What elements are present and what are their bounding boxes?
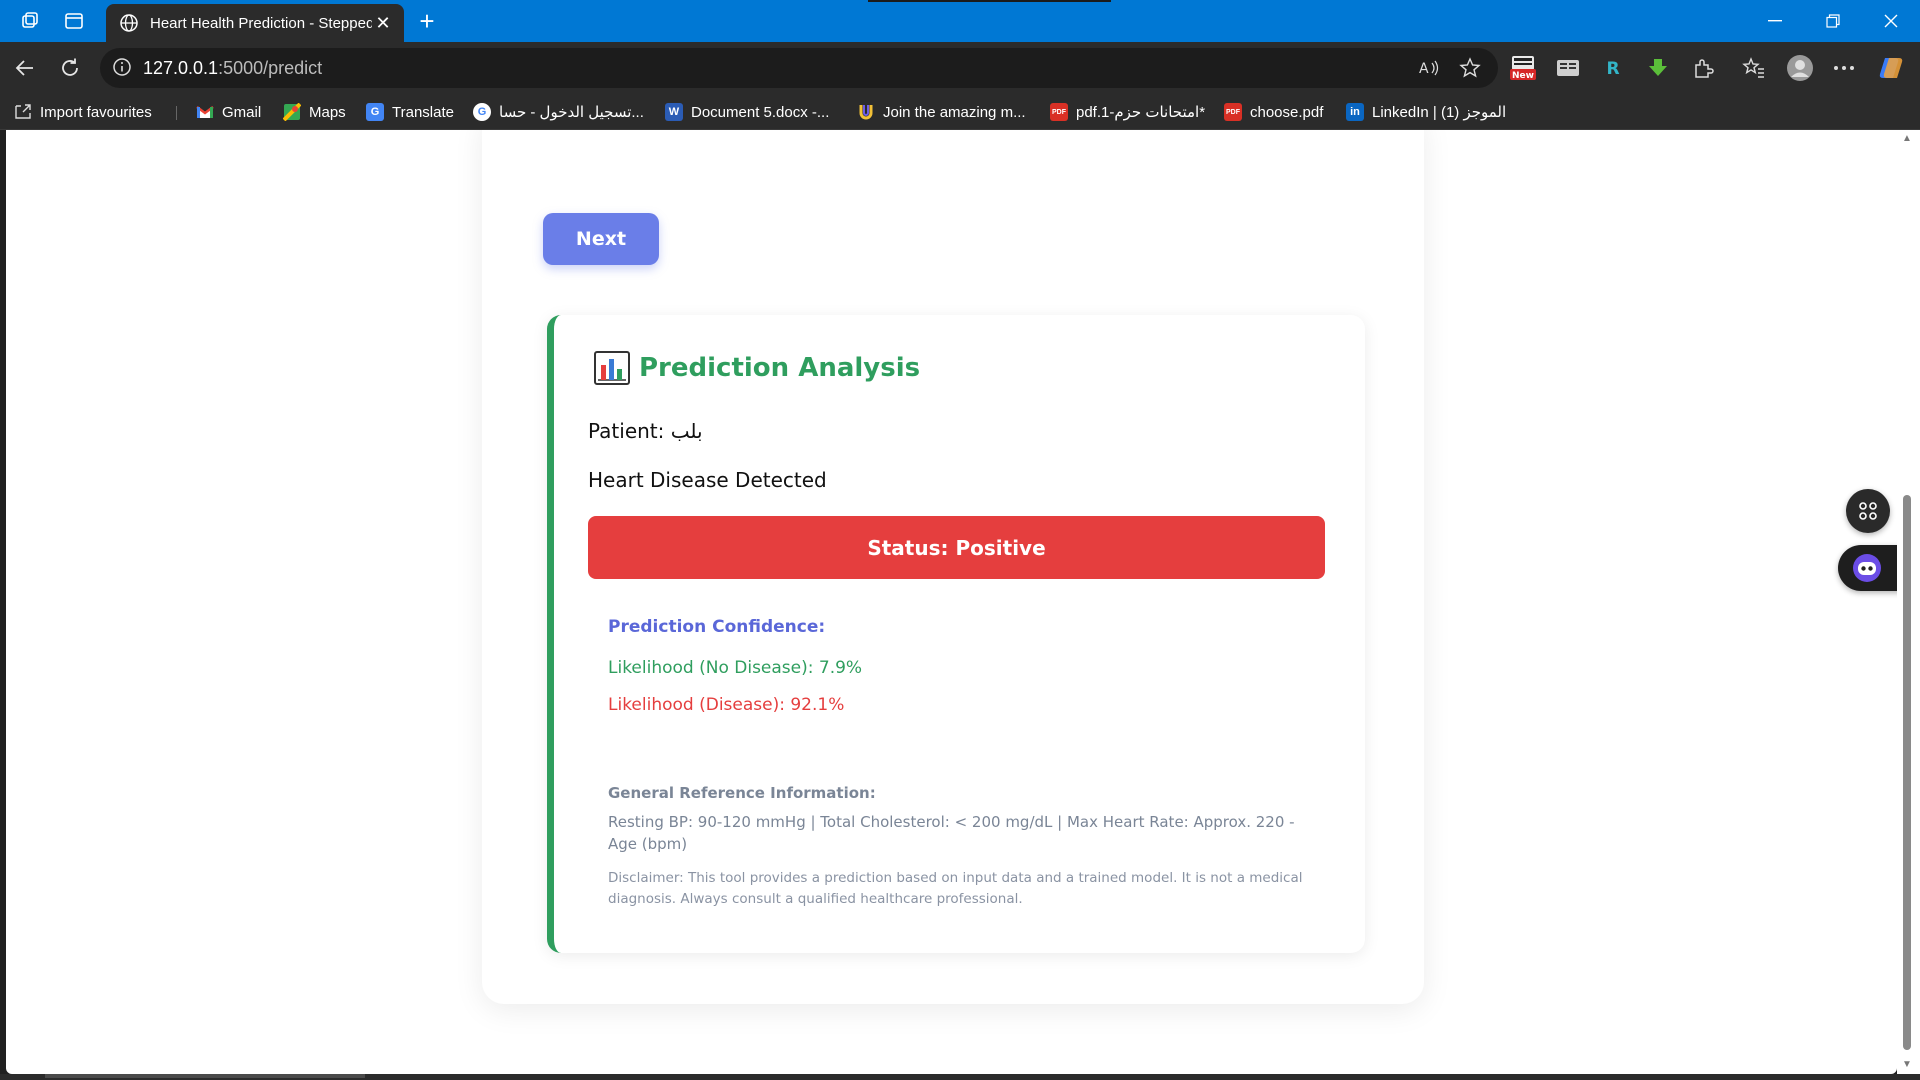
bookmark-label: Join the amazing m... xyxy=(883,103,1026,121)
app-icon xyxy=(857,103,875,121)
address-bar[interactable]: 127.0.0.1:5000/predict A xyxy=(100,48,1498,88)
url-path: :5000/predict xyxy=(218,58,323,78)
maps-icon xyxy=(283,103,301,121)
word-icon: W xyxy=(665,103,683,121)
likelihood-disease: Likelihood (Disease): 92.1% xyxy=(608,695,845,715)
new-tab-icon[interactable]: + xyxy=(414,8,440,34)
svg-text:R: R xyxy=(1606,59,1619,79)
disclaimer-text: Disclaimer: This tool provides a predict… xyxy=(608,870,1303,907)
bookmark-choose-pdf[interactable]: PDF choose.pdf xyxy=(1224,101,1323,123)
confidence-heading: Prediction Confidence: xyxy=(608,617,826,637)
minimize-icon[interactable] xyxy=(1752,0,1798,42)
result-title: Prediction Analysis xyxy=(639,353,921,383)
reader-extension-icon[interactable] xyxy=(1554,54,1582,82)
bookmark-label: LinkedIn | الموجز (1) xyxy=(1372,104,1507,121)
scrollbar-thumb[interactable] xyxy=(1903,495,1911,1050)
download-extension-icon[interactable] xyxy=(1644,54,1672,82)
page-scrollbar[interactable]: ▲ ▼ xyxy=(1897,130,1920,1074)
import-icon xyxy=(14,103,32,121)
pdf-icon: PDF xyxy=(1224,103,1242,121)
more-options-icon[interactable] xyxy=(1830,54,1858,82)
prediction-result-card: Prediction Analysis Patient: بلب Heart D… xyxy=(547,315,1365,953)
reference-heading: General Reference Information: xyxy=(608,784,876,802)
detection-text: Heart Disease Detected xyxy=(588,468,827,492)
bookmark-label: choose.pdf xyxy=(1250,103,1324,121)
site-info-icon[interactable] xyxy=(112,57,134,79)
news-extension-icon[interactable]: New xyxy=(1509,54,1537,82)
bookmarks-bar: Import favourites Gmail Maps G Translate… xyxy=(0,94,1920,130)
url-host: 127.0.0.1 xyxy=(143,58,219,78)
extensions-puzzle-icon[interactable] xyxy=(1689,54,1717,82)
google-icon: G xyxy=(473,103,491,121)
scroll-up-icon[interactable]: ▲ xyxy=(1901,134,1913,144)
bookmark-label: تسجيل الدخول - حسا... xyxy=(499,104,644,121)
tab-active[interactable]: Heart Health Prediction - Stepped ✕ xyxy=(106,4,404,42)
bar-chart-icon xyxy=(594,351,630,385)
next-button[interactable]: Next xyxy=(543,213,659,265)
r-extension-icon[interactable]: R xyxy=(1599,54,1627,82)
bookmark-label: pdf.1-امتحانات حزم* xyxy=(1076,104,1206,121)
vertical-tabs-icon[interactable] xyxy=(62,9,86,33)
web-page: Next Prediction Analysis Patient: بلب He… xyxy=(6,130,1897,1074)
bookmark-label: Gmail xyxy=(222,103,262,121)
bookmark-label: Maps xyxy=(309,103,346,121)
likelihood-no-disease: Likelihood (No Disease): 7.9% xyxy=(608,658,863,678)
url-text[interactable]: 127.0.0.1:5000/predict xyxy=(143,58,322,79)
browser-toolbar: 127.0.0.1:5000/predict A New R xyxy=(0,42,1920,94)
bookmark-join[interactable]: Join the amazing m... xyxy=(857,101,1026,123)
horizontal-scroll-thumb[interactable] xyxy=(45,1074,365,1078)
apps-launcher-icon[interactable] xyxy=(1846,489,1890,533)
pdf-icon: PDF xyxy=(1050,103,1068,121)
bookmark-google-login[interactable]: G تسجيل الدخول - حسا... xyxy=(473,101,644,123)
gmail-icon xyxy=(196,103,214,121)
read-aloud-icon[interactable]: A xyxy=(1418,57,1442,79)
translate-icon: G xyxy=(366,103,384,121)
linkedin-icon: in xyxy=(1346,103,1364,121)
back-icon[interactable] xyxy=(12,55,38,81)
title-bar-divider xyxy=(868,0,1111,2)
bookmark-document[interactable]: W Document 5.docx -... xyxy=(665,101,829,123)
bookmark-gmail[interactable]: Gmail xyxy=(196,101,261,123)
bookmark-import-favourites[interactable]: Import favourites xyxy=(14,101,152,123)
reference-text: Resting BP: 90-120 mmHg | Total Choleste… xyxy=(608,813,1295,853)
bookmark-linkedin[interactable]: in LinkedIn | الموجز (1) xyxy=(1346,101,1506,123)
svg-text:A: A xyxy=(1419,61,1429,77)
favorite-star-icon[interactable] xyxy=(1458,57,1482,79)
bookmark-label: Document 5.docx -... xyxy=(691,103,830,121)
patient-name: Patient: بلب xyxy=(588,419,703,443)
bookmark-label: Import favourites xyxy=(40,103,152,121)
horizontal-scrollbar xyxy=(0,1074,1920,1080)
browser-viewport: Next Prediction Analysis Patient: بلب He… xyxy=(0,130,1920,1080)
ext-badge-text: New xyxy=(1512,71,1534,81)
globe-icon xyxy=(118,12,140,34)
bookmark-separator xyxy=(176,106,177,120)
tab-title: Heart Health Prediction - Stepped xyxy=(150,14,372,32)
browser-title-bar: Heart Health Prediction - Stepped ✕ + xyxy=(0,0,1920,42)
bookmark-label: Translate xyxy=(392,103,454,121)
close-window-icon[interactable] xyxy=(1868,0,1914,42)
bookmark-translate[interactable]: G Translate xyxy=(366,101,454,123)
profile-avatar-icon[interactable] xyxy=(1786,54,1814,82)
workspaces-icon[interactable] xyxy=(18,9,42,33)
bookmark-maps[interactable]: Maps xyxy=(283,101,346,123)
restore-icon[interactable] xyxy=(1810,0,1856,42)
refresh-icon[interactable] xyxy=(57,55,83,81)
scroll-down-icon[interactable]: ▼ xyxy=(1901,1060,1913,1070)
status-badge: Status: Positive xyxy=(588,516,1325,579)
bookmark-pdf-exams[interactable]: PDF pdf.1-امتحانات حزم* xyxy=(1050,101,1205,123)
favorites-icon[interactable] xyxy=(1740,54,1768,82)
close-tab-icon[interactable]: ✕ xyxy=(372,12,394,34)
copilot-icon[interactable] xyxy=(1877,54,1905,82)
assistant-bot-icon[interactable] xyxy=(1838,545,1897,591)
